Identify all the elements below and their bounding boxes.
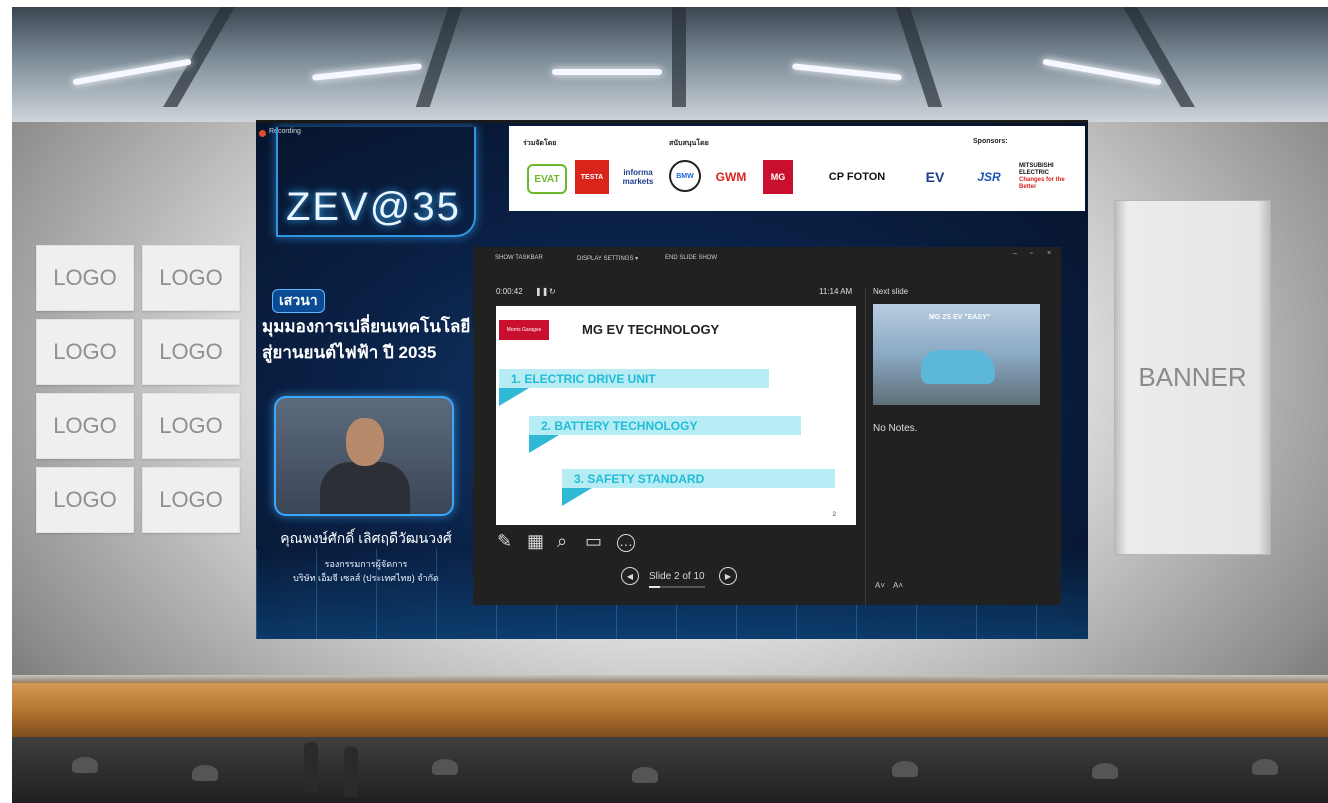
more-options-icon[interactable]: …: [617, 534, 635, 552]
supporter-label: สนับสนุนโดย: [669, 140, 709, 147]
recording-icon: [259, 130, 266, 137]
ceiling-beam: [672, 7, 686, 107]
slide-title: MG EV TECHNOLOGY: [582, 322, 720, 337]
sponsors-label: Sponsors:: [973, 138, 1008, 145]
slide-bullet: 3. SAFETY STANDARD: [562, 469, 835, 506]
audience-area: [12, 737, 1328, 803]
logo-placeholder[interactable]: LOGO: [36, 467, 134, 533]
jsr-logo: JSR: [977, 170, 1001, 184]
powerpoint-presenter-view: SHOW TASKBAR DISPLAY SETTINGS ▾ END SLID…: [473, 247, 1061, 605]
display-settings-button[interactable]: DISPLAY SETTINGS ▾: [577, 255, 638, 262]
decrease-font-icon[interactable]: A˅: [875, 581, 885, 590]
slide-progress-fill: [649, 586, 661, 588]
audience-member: [1252, 759, 1278, 775]
slide-progress-bar: [649, 586, 705, 588]
increase-font-icon[interactable]: A˄: [893, 581, 903, 590]
topic-title-line-2: สู่ยานยนต์ไฟฟ้า ปี 2035: [262, 343, 437, 362]
topic-title-line-1: มุมมองการเปลี่ยนเทคโนโลยี: [262, 317, 471, 336]
pane-divider[interactable]: [865, 287, 866, 605]
speaker-name: คุณพงษ์ศักดิ์ เลิศฤดีวัฒนวงศ์: [280, 530, 452, 546]
current-slide[interactable]: Morris Garages MG EV TECHNOLOGY 1. ELECT…: [496, 306, 856, 525]
next-slide-label: Next slide: [873, 287, 909, 296]
next-slide-icon[interactable]: ▶: [719, 567, 737, 585]
mitsubishi-tagline: Changes for the Better: [1019, 177, 1065, 190]
ceiling-light: [552, 69, 662, 75]
restore-icon[interactable]: ▫: [1030, 250, 1032, 257]
next-slide-title: MG ZS EV "EASY": [929, 314, 991, 321]
testa-logo: TESTA: [575, 160, 609, 194]
show-taskbar-button[interactable]: SHOW TASKBAR: [495, 255, 543, 261]
informa-logo: informa markets: [622, 168, 654, 186]
pause-timer-icon[interactable]: ❚❚: [535, 287, 548, 296]
logo-placeholder[interactable]: LOGO: [142, 467, 240, 533]
close-icon[interactable]: ×: [1047, 250, 1051, 257]
logo-placeholder[interactable]: LOGO: [142, 245, 240, 311]
main-stage-screen: Recording ZEV@35 ร่วมจัดโดย สนับสนุนโดย …: [256, 120, 1088, 639]
next-slide-preview[interactable]: MG ZS EV "EASY": [873, 304, 1040, 405]
audience-member: [1092, 763, 1118, 779]
ev-logo: EV: [925, 169, 945, 185]
logo-placeholder[interactable]: LOGO: [142, 319, 240, 385]
logo-placeholder[interactable]: LOGO: [36, 245, 134, 311]
minimize-icon[interactable]: –: [1013, 250, 1017, 257]
black-screen-icon[interactable]: ▭: [585, 531, 602, 552]
mg-logo: MG: [763, 160, 793, 194]
elapsed-timer: 0:00:42: [496, 287, 523, 296]
banner-placeholder[interactable]: BANNER: [1114, 200, 1271, 555]
audience-member: [892, 761, 918, 777]
audience-member: [632, 767, 658, 783]
see-all-slides-icon[interactable]: ▦: [527, 531, 544, 552]
presenter-toolbar: SHOW TASKBAR DISPLAY SETTINGS ▾ END SLID…: [473, 247, 1061, 265]
pen-tool-icon[interactable]: ✎: [497, 531, 512, 552]
speaker-notes: No Notes.: [873, 423, 918, 434]
slide-page-number: 2: [832, 512, 836, 518]
coorganizer-label: ร่วมจัดโดย: [523, 140, 557, 147]
audience-member: [432, 759, 458, 775]
end-slide-show-button[interactable]: END SLIDE SHOW: [665, 255, 717, 261]
mitsubishi-logo: MITSUBISHI ELECTRIC Changes for the Bett…: [1019, 160, 1079, 194]
stage-floor: [12, 683, 1328, 739]
presenter-figure: [344, 747, 358, 797]
presenter-figure: [304, 742, 318, 792]
gwm-logo: GWM: [715, 170, 747, 184]
speaker-face: [346, 418, 384, 466]
speaker-role: รองกรรมการผู้จัดการ: [324, 559, 408, 569]
speaker-company: บริษัท เอ็มจี เซลส์ (ประเทศไทย) จำกัด: [293, 573, 439, 583]
evat-logo: EVAT: [527, 164, 567, 194]
speaker-video: [274, 396, 454, 516]
previous-slide-icon[interactable]: ◀: [621, 567, 639, 585]
speaker-figure: [320, 462, 410, 514]
event-logo: ZEV@35: [286, 185, 461, 229]
sponsor-bar: ร่วมจัดโดย สนับสนุนโดย Sponsors: EVAT TE…: [509, 126, 1085, 211]
mg-slide-logo: Morris Garages: [499, 320, 549, 340]
clock: 11:14 AM: [819, 287, 853, 296]
logo-placeholder[interactable]: LOGO: [36, 319, 134, 385]
logo-placeholder[interactable]: LOGO: [36, 393, 134, 459]
slide-bullet: 1. ELECTRIC DRIVE UNIT: [499, 369, 769, 406]
slide-bullet: 2. BATTERY TECHNOLOGY: [529, 416, 801, 453]
cp-foton-logo: CP FOTON: [828, 171, 886, 183]
audience-member: [72, 757, 98, 773]
mitsubishi-wordmark: MITSUBISHI ELECTRIC: [1019, 163, 1054, 176]
logo-placeholder[interactable]: LOGO: [142, 393, 240, 459]
zoom-icon[interactable]: ⌕: [557, 531, 567, 552]
slide-counter: Slide 2 of 10: [649, 571, 705, 582]
audience-member: [192, 765, 218, 781]
restart-timer-icon[interactable]: ↻: [549, 287, 556, 296]
bmw-logo: BMW: [669, 160, 701, 192]
topic-badge: เสวนา: [272, 289, 325, 313]
car-image: [921, 350, 995, 384]
